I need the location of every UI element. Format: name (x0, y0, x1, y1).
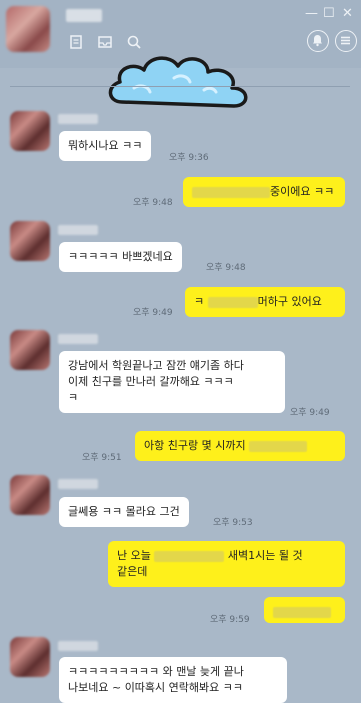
message-text-line: 난 오늘 새벽1시는 될 것 (117, 548, 336, 564)
message-time: 오후 9:49 (290, 408, 330, 418)
message-time: 오후 9:59 (210, 615, 250, 625)
notification-button[interactable] (307, 30, 329, 52)
message-text: 난 오늘 (117, 549, 151, 562)
message-time: 오후 9:53 (213, 518, 253, 528)
message-bubble-incoming[interactable]: 글쎄용 ㅋㅋ 몰라요 그건 (59, 497, 189, 527)
avatar[interactable] (10, 475, 50, 515)
message-text-line: ㅋㅋㅋㅋㅋㅋㅋㅋㅋ 와 맨날 늦게 끝나 (68, 665, 244, 678)
message-text-line: 나보네요 ~ 이따혹시 연락해봐요 ㅋㅋ (68, 681, 244, 694)
message-time: 오후 9:48 (206, 263, 246, 273)
inbox-icon[interactable] (97, 34, 113, 50)
message-bubble-outgoing[interactable]: 아항 친구랑 몇 시까지 (135, 431, 345, 461)
redacted-text (273, 606, 331, 618)
sender-name-redacted (58, 641, 98, 651)
maximize-button[interactable]: ☐ (323, 6, 335, 21)
sender-name-redacted (58, 225, 98, 235)
message-bubble-incoming[interactable]: ㅋㅋㅋㅋㅋㅋㅋㅋㅋ 와 맨날 늦게 끝나 나보네요 ~ 이따혹시 연락해봐요 ㅋ… (59, 657, 287, 703)
avatar[interactable] (10, 330, 50, 370)
redacted-text (192, 186, 270, 198)
message-bubble-incoming[interactable]: ㅋㅋㅋㅋㅋ 바쁘겠네요 (59, 242, 182, 272)
message-text-line: 이제 친구를 만나러 갈까해요 ㅋㅋㅋ (68, 375, 234, 388)
redacted-text (207, 296, 258, 308)
message-text: 아항 친구랑 몇 시까지 (144, 439, 246, 452)
message-text: 글쎄용 ㅋㅋ 몰라요 그건 (68, 505, 180, 518)
sender-name-redacted (58, 114, 98, 124)
message-bubble-incoming[interactable]: 뭐하시나요 ㅋㅋ (59, 131, 152, 161)
bell-icon (313, 35, 322, 47)
chat-title-redacted (66, 9, 102, 22)
sender-name-redacted (58, 479, 98, 489)
message-time: 오후 9:36 (169, 153, 209, 163)
message-text: 새벽1시는 될 것 (227, 549, 303, 562)
message-text: 머하구 있어요 (257, 295, 322, 308)
message-bubble-outgoing[interactable] (264, 597, 345, 623)
memo-icon[interactable] (68, 34, 84, 50)
minimize-button[interactable]: — (305, 6, 318, 21)
message-text: 뭐하시나요 ㅋㅋ (68, 139, 143, 152)
message-text-line: 강남에서 학원끝나고 잠깐 얘기좀 하다 (68, 359, 244, 372)
chat-scrollbar[interactable] (355, 78, 359, 678)
menu-button[interactable] (335, 30, 357, 52)
chat-profile-image[interactable] (6, 6, 50, 52)
message-text: 중이에요 ㅋㅋ (270, 185, 335, 198)
message-bubble-outgoing[interactable]: ㅋ 머하구 있어요 (185, 287, 345, 317)
message-text: ㅋㅋㅋㅋㅋ 바쁘겠네요 (68, 250, 173, 263)
sender-name-redacted (58, 334, 98, 344)
message-bubble-outgoing[interactable]: 난 오늘 새벽1시는 될 것 같은데 (108, 541, 345, 587)
redacted-text (249, 440, 308, 452)
message-bubble-outgoing[interactable]: 중이에요 ㅋㅋ (183, 177, 345, 207)
message-time: 오후 9:51 (82, 453, 122, 463)
message-bubble-incoming[interactable]: 강남에서 학원끝나고 잠깐 얘기좀 하다 이제 친구를 만나러 갈까해요 ㅋㅋㅋ… (59, 351, 285, 413)
message-time: 오후 9:48 (133, 198, 173, 208)
menu-icon (341, 36, 350, 45)
avatar[interactable] (10, 111, 50, 151)
redacted-text (154, 550, 225, 562)
message-text-line: ㅋ (68, 391, 79, 404)
message-text-line: 같은데 (117, 565, 148, 578)
avatar[interactable] (10, 637, 50, 677)
close-button[interactable]: ✕ (342, 6, 353, 21)
avatar[interactable] (10, 221, 50, 261)
search-icon[interactable] (126, 34, 142, 50)
message-time: 오후 9:49 (133, 308, 173, 318)
message-text-prefix: ㅋ (194, 295, 205, 308)
divider (10, 86, 350, 87)
